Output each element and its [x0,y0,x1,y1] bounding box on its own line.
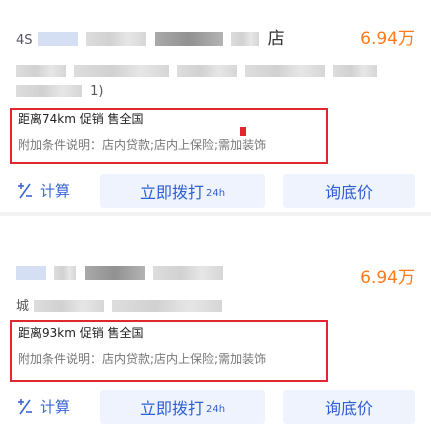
dealer-name-prefix: 4S [16,33,33,48]
redacted-text [34,299,105,312]
dealer-name: 4S 店 [16,24,285,49]
listing-actions: 计算 立即拨打 24h 询底价 [0,390,431,424]
distance-promo-line: 距离74km 促销 售全国 [18,112,144,126]
redacted-text [74,64,170,77]
conditions-line: 附加条件说明：店内贷款;店内上保险;需加装饰 [18,138,267,152]
call-now-label: 立即拨打 [139,183,204,202]
listing-subtitle-text: 1) [90,84,104,99]
redacted-text [84,266,145,280]
redacted-text [112,299,223,312]
call-now-button[interactable]: 立即拨打 24h [100,174,265,208]
conditions-line: 附加条件说明：店内贷款;店内上保险;需加装饰 [18,352,267,366]
listing-actions: 计算 立即拨打 24h 询底价 [0,174,431,208]
listing-subtitle: 城 [16,295,415,314]
inquire-price-button[interactable]: 询底价 [283,390,415,424]
redacted-text [54,266,77,280]
calculate-button[interactable]: 计算 [16,396,70,417]
call-now-label: 立即拨打 [139,399,204,418]
listing-subtitle-redacted [16,60,415,77]
listing-price: 6.94万 [360,268,415,288]
inquire-price-label: 询底价 [324,183,373,202]
dealer-name-suffix: 店 [267,29,285,49]
listing-title-row: 6.94万 [16,263,415,291]
redacted-text [16,64,66,77]
redacted-text [245,64,326,77]
redacted-text [153,266,224,280]
listing-title-row: 4S 店 6.94万 [16,24,415,52]
listing-subtitle: 1) [16,80,415,99]
redacted-text [16,266,46,280]
calculate-label: 计算 [40,398,71,416]
calculate-label: 计算 [40,182,71,200]
redacted-text [231,32,260,46]
calculator-icon [16,398,34,416]
dealer-name [16,263,226,283]
redacted-text [16,84,82,97]
inquire-price-button[interactable]: 询底价 [283,174,415,208]
inquire-price-label: 询底价 [324,399,373,418]
call-now-tag: 24h [205,187,226,199]
redacted-text [177,64,238,77]
dealer-listing-card[interactable]: 4S 店 6.94万 1) 距离74km 促销 售全国 附加条件说明：店内贷款;… [0,0,431,214]
redacted-text [333,64,378,77]
listing-subtitle-text: 城 [16,299,30,314]
redacted-text [86,32,147,46]
call-now-button[interactable]: 立即拨打 24h [100,390,265,424]
calculator-icon [16,182,34,200]
highlight-box: 距离74km 促销 售全国 附加条件说明：店内贷款;店内上保险;需加装饰 [10,108,328,164]
redacted-text [154,32,223,46]
highlight-box: 距离93km 促销 售全国 附加条件说明：店内贷款;店内上保险;需加装饰 [10,320,328,382]
distance-promo-line: 距离93km 促销 售全国 [18,326,144,340]
marker [240,127,246,136]
listing-price: 6.94万 [360,29,415,49]
call-now-tag: 24h [205,403,226,415]
calculate-button[interactable]: 计算 [16,180,70,201]
dealer-listing-card[interactable]: 6.94万 城 距离93km 促销 售全国 附加条件说明：店内贷款;店内上保险;… [0,215,431,431]
redacted-text [37,32,78,46]
